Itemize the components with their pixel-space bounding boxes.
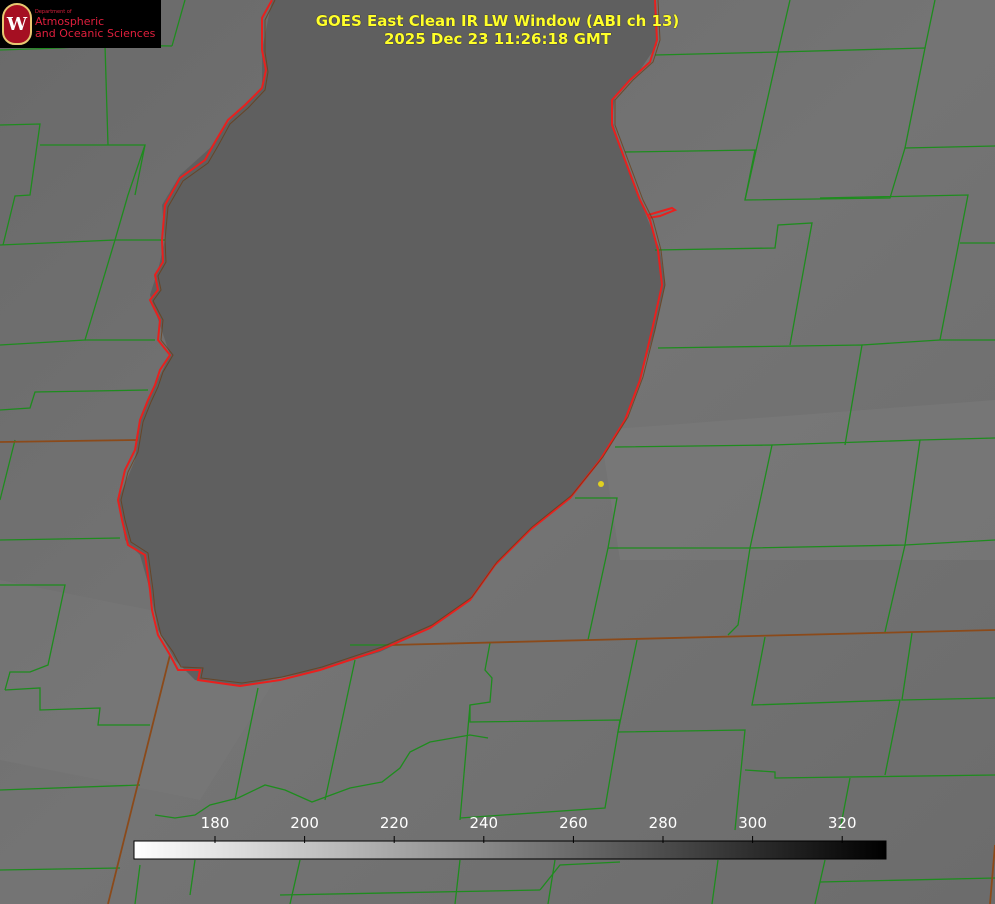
- colorbar-tick-label: 260: [559, 814, 588, 832]
- map-canvas: [0, 0, 995, 904]
- colorbar-tick-label: 200: [290, 814, 319, 832]
- image-title: GOES East Clean IR LW Window (ABI ch 13)…: [0, 12, 995, 48]
- station-marker: [598, 481, 604, 487]
- colorbar-tick-label: 220: [379, 814, 409, 832]
- colorbar-tick-label: 240: [469, 814, 499, 832]
- colorbar: [133, 840, 887, 860]
- colorbar-tick-label: 300: [738, 814, 767, 832]
- title-line-2: 2025 Dec 23 11:26:18 GMT: [383, 30, 612, 48]
- colorbar-tick-label: 280: [648, 814, 678, 832]
- title-line-1: GOES East Clean IR LW Window (ABI ch 13): [315, 12, 680, 30]
- satellite-image: W Department of Atmospheric and Oceanic …: [0, 0, 995, 904]
- colorbar-tick-label: 320: [827, 814, 857, 832]
- colorbar-tick-label: 180: [200, 814, 230, 832]
